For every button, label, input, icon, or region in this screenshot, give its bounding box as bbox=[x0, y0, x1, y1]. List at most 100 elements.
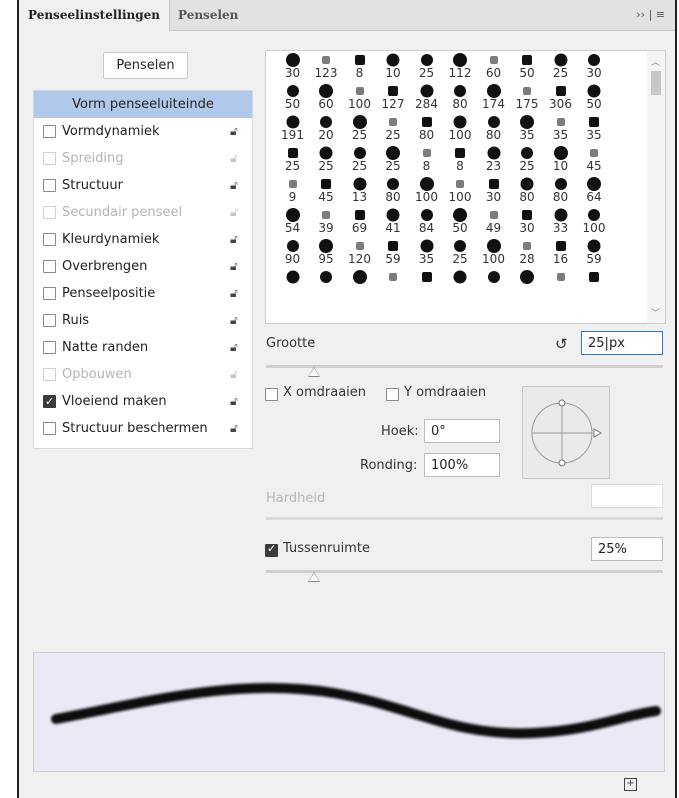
brush-tip-cell[interactable]: 25 bbox=[343, 144, 376, 175]
lock-icon[interactable]: 🔓︎ bbox=[230, 199, 238, 226]
brush-tip-cell[interactable]: 59 bbox=[377, 237, 410, 268]
checkbox-checked[interactable] bbox=[43, 388, 56, 415]
brush-tip-cell[interactable]: 120 bbox=[343, 237, 376, 268]
lock-icon[interactable]: 🔓︎ bbox=[230, 334, 238, 361]
brush-tip-cell[interactable]: 20 bbox=[310, 113, 343, 144]
list-item-structuur[interactable]: Structuur 🔓︎ bbox=[34, 172, 252, 199]
size-slider-thumb[interactable] bbox=[307, 367, 320, 377]
brush-tip-cell[interactable]: 100 bbox=[444, 175, 477, 206]
brush-tip-cell[interactable] bbox=[578, 268, 611, 299]
brush-tip-cell[interactable]: 59 bbox=[578, 237, 611, 268]
checkbox[interactable] bbox=[43, 341, 56, 354]
tab-penseelinstellingen[interactable]: Penseelinstellingen bbox=[19, 0, 171, 31]
reset-icon[interactable]: ↺ bbox=[555, 335, 568, 353]
lock-icon[interactable]: 🔓︎ bbox=[230, 145, 238, 172]
checkbox[interactable] bbox=[43, 179, 56, 192]
panel-menu-icon[interactable]: ›› | ≡ bbox=[636, 0, 665, 30]
spacing-slider[interactable] bbox=[266, 570, 663, 582]
brush-tip-cell[interactable]: 60 bbox=[310, 82, 343, 113]
lock-icon[interactable]: 🔓︎ bbox=[230, 361, 238, 388]
lock-icon[interactable]: 🔓︎ bbox=[230, 172, 238, 199]
brush-tip-cell[interactable]: 80 bbox=[511, 175, 544, 206]
spacing-input[interactable]: 25% bbox=[591, 537, 663, 561]
lock-icon[interactable]: 🔓︎ bbox=[230, 415, 238, 442]
brush-tip-cell[interactable]: 10 bbox=[544, 144, 577, 175]
lock-icon[interactable]: 🔓︎ bbox=[230, 307, 238, 334]
list-item-structuur-beschermen[interactable]: Structuur beschermen 🔓︎ bbox=[34, 415, 252, 442]
brush-tip-cell[interactable]: 100 bbox=[477, 237, 510, 268]
brush-tip-cell[interactable]: 45 bbox=[578, 144, 611, 175]
lock-icon[interactable]: 🔓︎ bbox=[230, 280, 238, 307]
checkbox[interactable] bbox=[43, 233, 56, 246]
hardness-input[interactable] bbox=[591, 484, 663, 508]
lock-icon[interactable]: 🔓︎ bbox=[230, 118, 238, 145]
list-item-vorm-penseeluiteinde[interactable]: Vorm penseeluiteinde bbox=[34, 91, 252, 118]
list-item-ruis[interactable]: Ruis 🔓︎ bbox=[34, 307, 252, 334]
brush-tip-cell[interactable]: 64 bbox=[578, 175, 611, 206]
brush-tip-cell[interactable]: 10 bbox=[377, 51, 410, 82]
brush-tip-cell[interactable]: 191 bbox=[276, 113, 309, 144]
flip-x-checkbox[interactable] bbox=[265, 388, 278, 401]
brush-tip-cell[interactable]: 30 bbox=[477, 175, 510, 206]
list-item-vloeiend-maken[interactable]: Vloeiend maken 🔓︎ bbox=[34, 388, 252, 415]
brush-tip-cell[interactable]: 100 bbox=[578, 206, 611, 237]
brush-tip-cell[interactable]: 16 bbox=[544, 237, 577, 268]
list-item-secundair-penseel[interactable]: Secundair penseel 🔓︎ bbox=[34, 199, 252, 226]
brush-tip-cell[interactable]: 127 bbox=[377, 82, 410, 113]
add-icon[interactable]: + bbox=[624, 778, 637, 791]
brush-tip-cell[interactable]: 25 bbox=[444, 237, 477, 268]
brush-tip-cell[interactable]: 9 bbox=[276, 175, 309, 206]
brush-tip-cell[interactable]: 80 bbox=[544, 175, 577, 206]
size-input[interactable]: 25|px bbox=[581, 331, 663, 355]
checkbox[interactable] bbox=[43, 125, 56, 138]
spacing-checkbox[interactable] bbox=[265, 542, 278, 557]
brush-tip-cell[interactable]: 35 bbox=[511, 113, 544, 144]
brush-tip-cell[interactable]: 54 bbox=[276, 206, 309, 237]
lock-icon[interactable]: 🔓︎ bbox=[230, 226, 238, 253]
checkbox[interactable] bbox=[43, 152, 56, 165]
list-item-penseelpositie[interactable]: Penseelpositie 🔓︎ bbox=[34, 280, 252, 307]
brush-tip-cell[interactable]: 100 bbox=[343, 82, 376, 113]
scrollbar-thumb[interactable] bbox=[651, 71, 661, 95]
checkbox[interactable] bbox=[43, 260, 56, 273]
angle-input[interactable]: 0° bbox=[424, 419, 500, 443]
brush-tip-cell[interactable]: 25 bbox=[310, 144, 343, 175]
brush-tip-cell[interactable]: 25 bbox=[276, 144, 309, 175]
brush-tip-cell[interactable] bbox=[444, 268, 477, 299]
chevron-down-icon[interactable]: ﹀ bbox=[651, 306, 660, 319]
list-item-overbrengen[interactable]: Overbrengen 🔓︎ bbox=[34, 253, 252, 280]
brush-tip-cell[interactable] bbox=[276, 268, 309, 299]
brush-tip-cell[interactable]: 50 bbox=[444, 206, 477, 237]
brush-tip-cell[interactable]: 95 bbox=[310, 237, 343, 268]
brush-tip-cell[interactable]: 50 bbox=[511, 51, 544, 82]
brush-tip-cell[interactable]: 50 bbox=[578, 82, 611, 113]
brush-tip-cell[interactable]: 33 bbox=[544, 206, 577, 237]
brush-tip-cell[interactable]: 35 bbox=[578, 113, 611, 144]
checkbox[interactable] bbox=[43, 206, 56, 219]
brush-tip-cell[interactable]: 25 bbox=[511, 144, 544, 175]
brush-tip-cell[interactable]: 174 bbox=[477, 82, 510, 113]
checkbox[interactable] bbox=[43, 287, 56, 300]
list-item-natte-randen[interactable]: Natte randen 🔓︎ bbox=[34, 334, 252, 361]
brush-tip-cell[interactable] bbox=[511, 268, 544, 299]
brush-tip-cell[interactable]: 84 bbox=[410, 206, 443, 237]
brush-grid-scrollbar[interactable]: ︿ ﹀ bbox=[647, 50, 666, 324]
brush-tip-cell[interactable]: 39 bbox=[310, 206, 343, 237]
brush-tip-cell[interactable]: 41 bbox=[377, 206, 410, 237]
checkbox[interactable] bbox=[43, 422, 56, 435]
spacing-slider-thumb[interactable] bbox=[307, 572, 320, 582]
brush-tip-cell[interactable]: 13 bbox=[343, 175, 376, 206]
brush-tip-cell[interactable]: 35 bbox=[410, 237, 443, 268]
list-item-spreiding[interactable]: Spreiding 🔓︎ bbox=[34, 145, 252, 172]
brush-tip-cell[interactable]: 30 bbox=[578, 51, 611, 82]
brush-tip-cell[interactable]: 45 bbox=[310, 175, 343, 206]
list-item-opbouwen[interactable]: Opbouwen 🔓︎ bbox=[34, 361, 252, 388]
brush-tip-cell[interactable] bbox=[410, 268, 443, 299]
brush-tip-cell[interactable]: 8 bbox=[410, 144, 443, 175]
brush-tip-cell[interactable]: 25 bbox=[377, 113, 410, 144]
brush-tip-cell[interactable]: 100 bbox=[410, 175, 443, 206]
chevron-up-icon[interactable]: ︿ bbox=[651, 55, 660, 68]
brush-tip-cell[interactable]: 112 bbox=[444, 51, 477, 82]
brush-tip-cell[interactable] bbox=[477, 268, 510, 299]
flip-y-checkbox[interactable] bbox=[386, 388, 399, 401]
